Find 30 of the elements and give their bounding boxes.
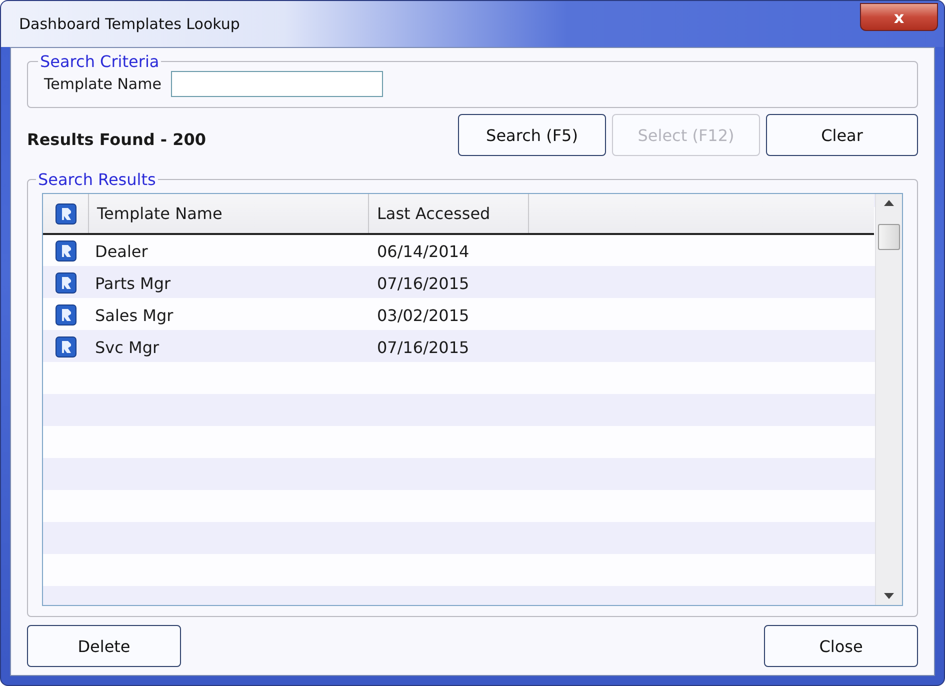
action-button[interactable]: Search (F5) bbox=[458, 114, 606, 156]
report-icon bbox=[54, 202, 76, 224]
group-label: Search Criteria bbox=[39, 52, 160, 71]
window-title: Dashboard Templates Lookup bbox=[19, 15, 240, 33]
footer-button[interactable]: Delete bbox=[27, 625, 181, 667]
scroll-down-icon[interactable] bbox=[884, 593, 894, 599]
scroll-up-icon[interactable] bbox=[884, 200, 894, 206]
column-header[interactable]: Template Name bbox=[97, 204, 222, 223]
column-header[interactable]: Last Accessed bbox=[377, 204, 490, 223]
report-icon bbox=[55, 240, 77, 262]
field-label: Template Name bbox=[44, 75, 162, 93]
report-icon bbox=[55, 272, 77, 294]
scroll-thumb[interactable] bbox=[878, 224, 900, 250]
action-button[interactable]: Clear bbox=[766, 114, 918, 156]
table-cell-text: Dealer bbox=[94, 242, 149, 260]
table-cell-text: Svc Mgr bbox=[94, 338, 160, 356]
results-count: Results Found - 200 bbox=[27, 128, 206, 148]
report-icon bbox=[55, 304, 77, 326]
table-cell-text: 07/16/2015 bbox=[376, 338, 470, 356]
table-cell-text: 06/14/2014 bbox=[376, 242, 470, 260]
window-close-button[interactable]: x bbox=[860, 3, 938, 31]
table-cell-text: Sales Mgr bbox=[94, 306, 174, 324]
scrollbar[interactable] bbox=[875, 194, 902, 605]
table-cell-text: Parts Mgr bbox=[94, 274, 172, 292]
report-icon bbox=[55, 336, 77, 358]
table-cell-text: 07/16/2015 bbox=[376, 274, 470, 292]
group-label: Search Results bbox=[37, 170, 157, 189]
template-name-field[interactable] bbox=[171, 71, 384, 97]
footer-button[interactable]: Close bbox=[764, 625, 918, 667]
table-cell-text: 03/02/2015 bbox=[376, 306, 470, 324]
